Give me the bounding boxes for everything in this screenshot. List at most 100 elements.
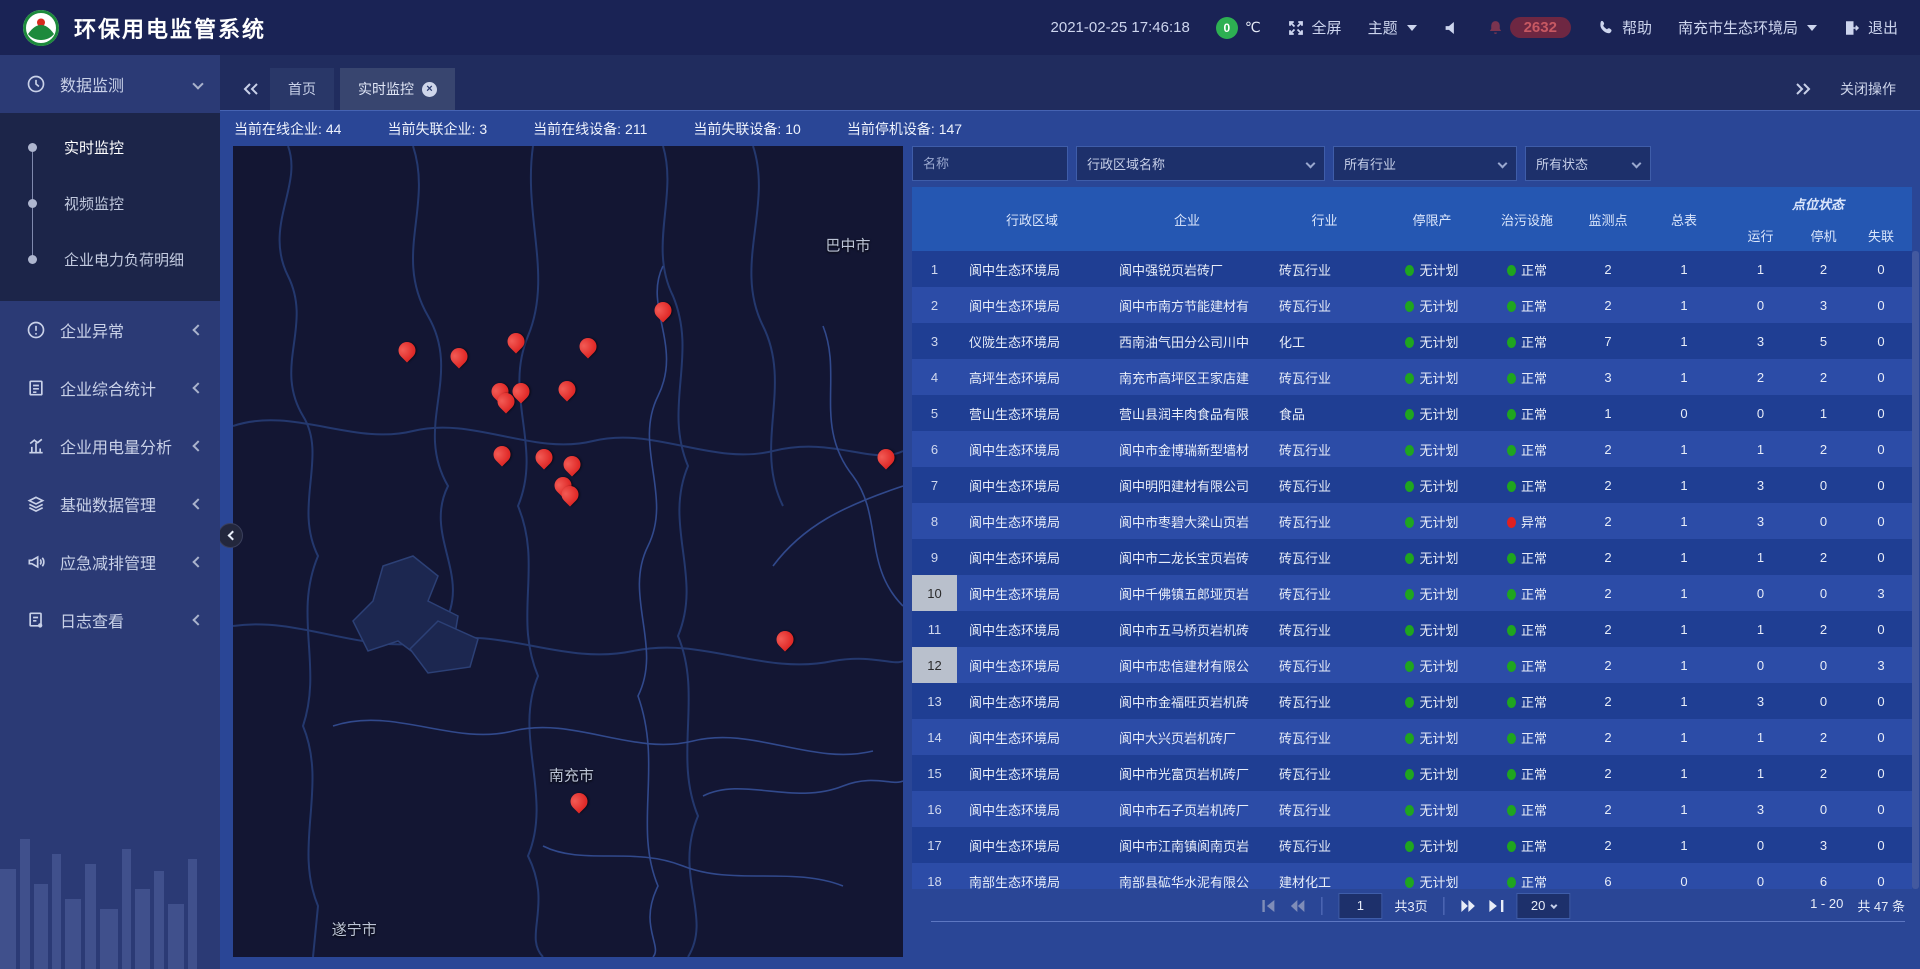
table-row[interactable]: 13阆中生态环境局阆中市金福旺页岩机砖砖瓦行业无计划正常21300: [912, 683, 1912, 719]
cell-stop: 2: [1797, 431, 1850, 467]
page-title: 环保用电监管系统: [74, 12, 266, 44]
map-panel[interactable]: 巴中市南充市遂宁市: [233, 146, 903, 957]
cell-index: 7: [912, 467, 957, 503]
cell-limit-status: 无计划: [1382, 467, 1482, 503]
cell-meters: 0: [1644, 863, 1724, 889]
table-row[interactable]: 5营山生态环境局营山县润丰肉食品有限食品无计划正常10010: [912, 395, 1912, 431]
next-page-icon[interactable]: [1461, 899, 1477, 913]
theme-dropdown[interactable]: 主题: [1368, 17, 1417, 38]
table-row[interactable]: 3仪陇生态环境局西南油气田分公司川中化工无计划正常71350: [912, 323, 1912, 359]
cell-run: 3: [1724, 503, 1797, 539]
status-filter-select[interactable]: 所有状态: [1525, 146, 1651, 181]
table-scrollbar[interactable]: [1912, 251, 1919, 889]
status-dot-green: [1507, 373, 1516, 384]
col-meters: 总表: [1644, 187, 1724, 251]
table-row[interactable]: 9阆中生态环境局阆中市二龙长宝页岩砖砖瓦行业无计划正常21120: [912, 539, 1912, 575]
table-row[interactable]: 14阆中生态环境局阆中大兴页岩机砖厂砖瓦行业无计划正常21120: [912, 719, 1912, 755]
sidebar-item-base-data-management[interactable]: 基础数据管理: [0, 475, 220, 533]
app-window: 环保用电监管系统 2021-02-25 17:46:18 0 ℃ 全屏 主题 2…: [0, 0, 1920, 969]
cell-meters: 1: [1644, 827, 1724, 863]
table-row[interactable]: 16阆中生态环境局阆中市石子页岩机砖厂砖瓦行业无计划正常21300: [912, 791, 1912, 827]
table-row[interactable]: 1阆中生态环境局阆中强锐页岩砖厂砖瓦行业无计划正常21120: [912, 251, 1912, 287]
sidebar-item-emergency-reduction[interactable]: 应急减排管理: [0, 533, 220, 591]
cell-lost: 0: [1850, 719, 1912, 755]
cell-points: 2: [1572, 719, 1644, 755]
cell-limit-status: 无计划: [1382, 719, 1482, 755]
region-filter-select[interactable]: 行政区域名称: [1076, 146, 1325, 181]
cell-index: 11: [912, 611, 957, 647]
table-row[interactable]: 7阆中生态环境局阆中明阳建材有限公司砖瓦行业无计划正常21300: [912, 467, 1912, 503]
last-page-icon[interactable]: [1489, 899, 1505, 913]
page-number-input[interactable]: [1338, 893, 1382, 919]
notification-badge[interactable]: 2632: [1510, 17, 1571, 38]
cell-limit-status: 无计划: [1382, 791, 1482, 827]
table-row[interactable]: 4高坪生态环境局南充市高坪区王家店建砖瓦行业无计划正常31220: [912, 359, 1912, 395]
mute-speaker-icon[interactable]: [1443, 19, 1461, 37]
table-row[interactable]: 2阆中生态环境局阆中市南方节能建材有砖瓦行业无计划正常21030: [912, 287, 1912, 323]
tab-realtime-monitoring[interactable]: 实时监控 ×: [340, 68, 455, 110]
status-dot-green: [1405, 301, 1414, 312]
page-size-select[interactable]: 20: [1517, 893, 1571, 919]
table-header: 行政区域 企业 行业 停限产 治污设施 监测点 总表 点位状态 运行 停机: [912, 187, 1920, 251]
cell-limit-status: 无计划: [1382, 323, 1482, 359]
table-row[interactable]: 8阆中生态环境局阆中市枣碧大梁山页岩砖瓦行业无计划异常21300: [912, 503, 1912, 539]
cell-industry: 砖瓦行业: [1267, 719, 1382, 755]
cell-stop: 2: [1797, 251, 1850, 287]
tab-close-icon[interactable]: ×: [422, 82, 437, 97]
cell-meters: 1: [1644, 791, 1724, 827]
map-collapse-handle[interactable]: [218, 523, 243, 548]
tabs-scroll-left-icon[interactable]: [238, 68, 264, 110]
table-row[interactable]: 18南部生态环境局南部县砿华水泥有限公建材化工无计划正常60060: [912, 863, 1912, 889]
sidebar-item-video-monitoring[interactable]: 视频监控: [0, 175, 220, 231]
cell-industry: 砖瓦行业: [1267, 827, 1382, 863]
first-page-icon[interactable]: [1261, 899, 1277, 913]
sidebar-item-data-monitoring[interactable]: 数据监测: [0, 55, 220, 113]
cell-lost: 3: [1850, 575, 1912, 611]
city-label: 遂宁市: [332, 919, 377, 940]
table-row[interactable]: 10阆中生态环境局阆中千佛镇五郎垭页岩砖瓦行业无计划正常21003: [912, 575, 1912, 611]
org-dropdown[interactable]: 南充市生态环境局: [1678, 17, 1817, 38]
close-operations-button[interactable]: 关闭操作: [1840, 79, 1896, 99]
cell-points: 2: [1572, 647, 1644, 683]
sidebar-item-enterprise-statistics[interactable]: 企业综合统计: [0, 359, 220, 417]
sidebar-subitem-label: 企业电力负荷明细: [64, 249, 184, 270]
cell-lost: 0: [1850, 683, 1912, 719]
cell-points: 6: [1572, 863, 1644, 889]
table-row[interactable]: 12阆中生态环境局阆中市忠信建材有限公砖瓦行业无计划正常21003: [912, 647, 1912, 683]
cell-industry: 砖瓦行业: [1267, 431, 1382, 467]
cell-company: 阆中明阳建材有限公司: [1107, 467, 1267, 503]
cell-lost: 0: [1850, 323, 1912, 359]
table-row[interactable]: 15阆中生态环境局阆中市光富页岩机砖厂砖瓦行业无计划正常21120: [912, 755, 1912, 791]
cell-lost: 0: [1850, 755, 1912, 791]
name-filter-input[interactable]: [912, 146, 1068, 181]
cell-points: 2: [1572, 539, 1644, 575]
enterprise-panel: 行政区域名称 所有行业 所有状态: [912, 146, 1920, 969]
cell-region: 阆中生态环境局: [957, 287, 1107, 323]
table-row[interactable]: 17阆中生态环境局阆中市江南镇阆南页岩砖瓦行业无计划正常21030: [912, 827, 1912, 863]
tabs-scroll-right-icon[interactable]: [1790, 68, 1816, 110]
sidebar-item-power-load-detail[interactable]: 企业电力负荷明细: [0, 231, 220, 287]
table-row[interactable]: 6阆中生态环境局阆中市金博瑞新型墙材砖瓦行业无计划正常21120: [912, 431, 1912, 467]
tab-home[interactable]: 首页: [270, 68, 334, 110]
sidebar-item-log-view[interactable]: 日志查看: [0, 591, 220, 649]
table-row[interactable]: 11阆中生态环境局阆中市五马桥页岩机砖砖瓦行业无计划正常21120: [912, 611, 1912, 647]
cell-run: 3: [1724, 683, 1797, 719]
sidebar-item-power-usage-analysis[interactable]: 企业用电量分析: [0, 417, 220, 475]
logout-button[interactable]: 退出: [1843, 17, 1898, 38]
cell-limit-status: 无计划: [1382, 503, 1482, 539]
fullscreen-button[interactable]: 全屏: [1287, 17, 1342, 38]
log-icon: [26, 610, 46, 630]
cell-meters: 1: [1644, 755, 1724, 791]
industry-filter-select[interactable]: 所有行业: [1333, 146, 1517, 181]
status-dot-green: [1405, 553, 1414, 564]
status-dot-green: [1507, 409, 1516, 420]
prev-page-icon[interactable]: [1289, 899, 1305, 913]
notification-area[interactable]: 2632: [1487, 17, 1571, 38]
sidebar-item-enterprise-abnormal[interactable]: 企业异常: [0, 301, 220, 359]
cell-industry: 建材化工: [1267, 863, 1382, 889]
help-button[interactable]: 帮助: [1597, 17, 1652, 38]
cell-stop: 2: [1797, 539, 1850, 575]
sidebar-item-realtime-monitoring[interactable]: 实时监控: [0, 119, 220, 175]
cell-index: 16: [912, 791, 957, 827]
cell-stop: 0: [1797, 467, 1850, 503]
